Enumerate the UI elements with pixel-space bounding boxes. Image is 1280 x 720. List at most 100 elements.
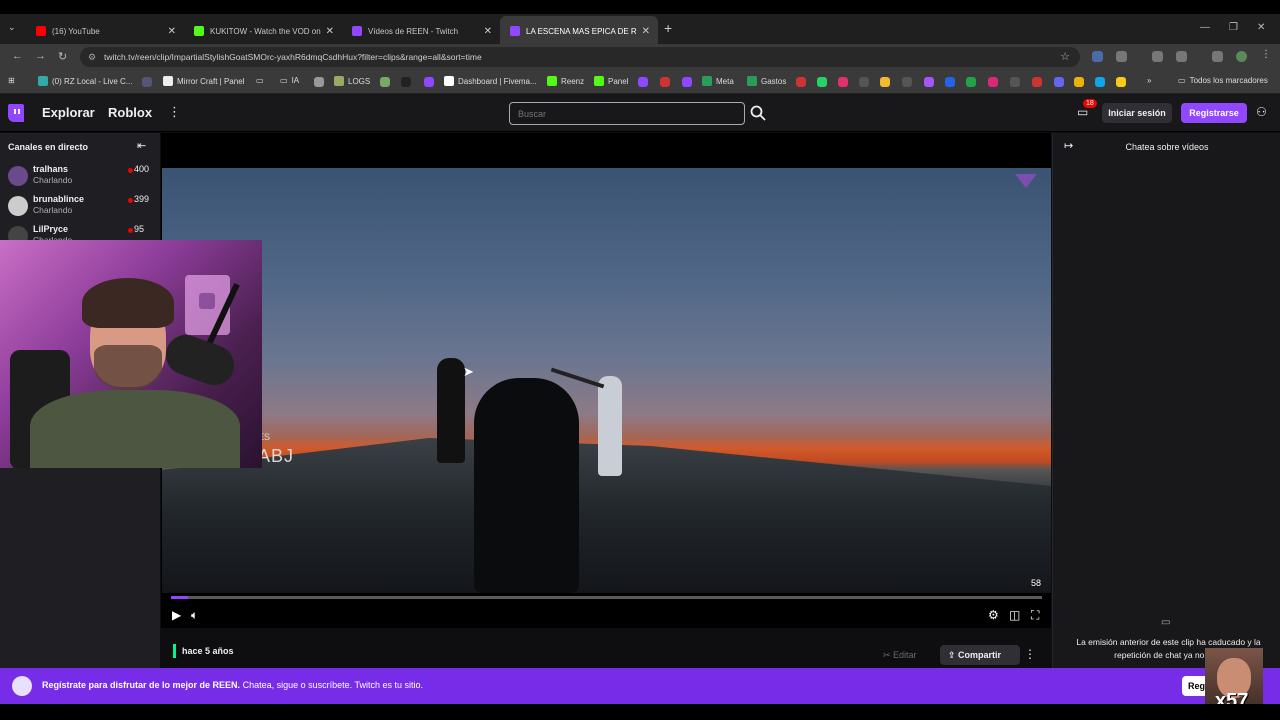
link-icon[interactable]	[1176, 51, 1187, 62]
bookmark-reenz[interactable]: Reenz	[547, 76, 584, 86]
folder-icon[interactable]: ▭	[256, 76, 264, 85]
browser-tab-twitch-clip[interactable]: LA ESCENA MAS EPICA DE ROL ✕	[500, 16, 658, 46]
notifications-icon[interactable]: ▭ 18	[1077, 99, 1097, 119]
close-icon[interactable]: ✕	[168, 26, 176, 37]
bookmark-star-icon[interactable]: ☆	[1060, 47, 1070, 67]
bookmark-folder-ia[interactable]: ▭ IA	[280, 76, 299, 85]
login-button[interactable]: Iniciar sesión	[1102, 103, 1172, 123]
bookmark-icon[interactable]	[142, 77, 152, 87]
tab-label: Vídeos de REEN - Twitch	[368, 26, 459, 36]
bookmark-icon[interactable]	[1074, 77, 1084, 87]
twitch-icon[interactable]	[682, 77, 692, 87]
bookmark-icon[interactable]	[1010, 77, 1020, 87]
minimize-icon[interactable]: —	[1200, 22, 1210, 33]
back-icon[interactable]: ←	[12, 50, 23, 62]
bookmark-icon[interactable]	[1032, 77, 1042, 87]
whatsapp-icon[interactable]	[817, 77, 827, 87]
bookmark-rz-local[interactable]: (0) RZ Local - Live C...	[38, 76, 132, 86]
playlist-icon[interactable]	[1212, 51, 1223, 62]
play-icon[interactable]: ▶	[172, 608, 181, 622]
nav-explore[interactable]: Explorar	[42, 105, 95, 120]
fullscreen-icon[interactable]: ⛶	[1031, 608, 1039, 623]
share-button[interactable]: ⇪ Compartir	[940, 645, 1020, 665]
sidebar-channel-tralhans[interactable]: tralhans Charlando 400	[0, 163, 160, 193]
bookmark-icon[interactable]	[380, 77, 390, 87]
stream-logo-icon	[1015, 174, 1037, 188]
reload-icon[interactable]: ↻	[58, 50, 67, 63]
extension-icon[interactable]	[1092, 51, 1103, 62]
tab-label: LA ESCENA MAS EPICA DE ROL	[526, 26, 636, 36]
bookmark-label: Todos los marcadores	[1189, 76, 1268, 85]
bookmark-icon[interactable]	[902, 77, 912, 87]
extension-puzzle-icon[interactable]	[1116, 51, 1127, 62]
tab-search-icon[interactable]: ⌄	[8, 22, 16, 33]
apps-icon[interactable]: ⊞	[8, 76, 15, 85]
bookmark-icon[interactable]	[1095, 77, 1105, 87]
binance-icon[interactable]	[880, 77, 890, 87]
site-info-icon[interactable]: ⚙	[88, 47, 96, 67]
bookmark-icon[interactable]	[859, 77, 869, 87]
close-icon[interactable]: ✕	[484, 26, 492, 37]
webcam-beard	[94, 345, 162, 390]
bookmark-meta[interactable]: Meta	[702, 76, 734, 86]
bookmark-icon	[163, 76, 173, 86]
search-icon[interactable]	[748, 103, 768, 123]
url-bar[interactable]: ⚙ twitch.tv/reen/clip/ImpartialStylishGo…	[80, 47, 1080, 67]
bookmark-icon[interactable]	[796, 77, 806, 87]
bookmark-mirror-craft[interactable]: Mirror Craft | Panel	[163, 76, 244, 86]
clip-video-frame[interactable]: ES ABJ ➤	[162, 168, 1051, 593]
bookmark-icon[interactable]	[988, 77, 998, 87]
browser-tab-youtube[interactable]: (16) YouTube ✕	[26, 18, 184, 44]
settings-gear-icon[interactable]: ⚙	[988, 608, 999, 622]
bookmark-dashboard[interactable]: Dashboard | Fivema...	[444, 76, 537, 86]
sidebar-channel-brunablince[interactable]: brunablince Charlando 399	[0, 193, 160, 223]
sheets-icon	[702, 76, 712, 86]
sidepanel-icon[interactable]	[1152, 51, 1163, 62]
bookmark-label: LOGS	[348, 76, 371, 86]
bookmark-gastos[interactable]: Gastos	[747, 76, 786, 86]
viewer-count: 400	[134, 164, 150, 174]
banner-bold-text: Regístrate para disfrutar de lo mejor de…	[42, 680, 241, 690]
bookmark-icon[interactable]	[945, 77, 955, 87]
bookmark-icon[interactable]	[660, 77, 670, 87]
theatre-mode-icon[interactable]: ◫	[1009, 608, 1020, 622]
restore-icon[interactable]: ❐	[1229, 22, 1238, 33]
browser-menu-icon[interactable]: ⋮	[1261, 49, 1272, 60]
bookmark-icon[interactable]	[924, 77, 934, 87]
bookmark-icon[interactable]	[1054, 77, 1064, 87]
chat-replay-icon: ▭	[1161, 617, 1171, 628]
new-tab-icon[interactable]: +	[664, 20, 672, 36]
profile-avatar[interactable]	[1236, 51, 1247, 62]
instagram-icon[interactable]	[838, 77, 848, 87]
browser-tab-twitch-videos[interactable]: Vídeos de REEN - Twitch ✕	[342, 18, 500, 44]
browser-tab-kick[interactable]: KUKITOW - Watch the VOD on ✕	[184, 18, 342, 44]
all-bookmarks-folder[interactable]: ▭ Todos los marcadores	[1178, 76, 1268, 85]
bookmark-icon[interactable]	[638, 77, 648, 87]
bookmark-icon[interactable]	[314, 77, 324, 87]
live-indicator-icon	[128, 198, 133, 203]
window-close-icon[interactable]: ✕	[1257, 22, 1265, 33]
bookmark-logs[interactable]: LOGS	[334, 76, 370, 86]
collapse-sidebar-icon[interactable]: ⇤	[137, 139, 146, 152]
more-options-icon[interactable]: ⋮	[168, 104, 181, 120]
twitch-logo-icon[interactable]	[8, 104, 24, 122]
twitch-icon[interactable]	[424, 77, 434, 87]
close-icon[interactable]: ✕	[326, 26, 334, 37]
webcam-hair	[82, 278, 174, 328]
bookmark-icon[interactable]	[966, 77, 976, 87]
edit-button[interactable]: ✂ Editar	[875, 645, 931, 665]
signup-button[interactable]: Registrarse	[1181, 103, 1247, 123]
bookmark-icon[interactable]	[1116, 77, 1126, 87]
video-progress-bar[interactable]	[171, 596, 1042, 599]
more-bookmarks-icon[interactable]: »	[1147, 76, 1151, 85]
x-icon[interactable]	[401, 77, 411, 87]
bookmark-panel[interactable]: Panel	[594, 76, 628, 86]
nav-roblox[interactable]: Roblox	[108, 105, 152, 120]
forward-icon[interactable]: →	[35, 50, 46, 62]
kick-icon	[547, 76, 557, 86]
user-icon[interactable]: ⚇	[1256, 105, 1267, 119]
search-input[interactable]	[509, 102, 745, 125]
close-icon[interactable]: ✕	[642, 26, 650, 37]
volume-icon[interactable]: 🔈︎	[191, 608, 198, 623]
more-options-icon[interactable]: ⋮	[1024, 647, 1036, 661]
